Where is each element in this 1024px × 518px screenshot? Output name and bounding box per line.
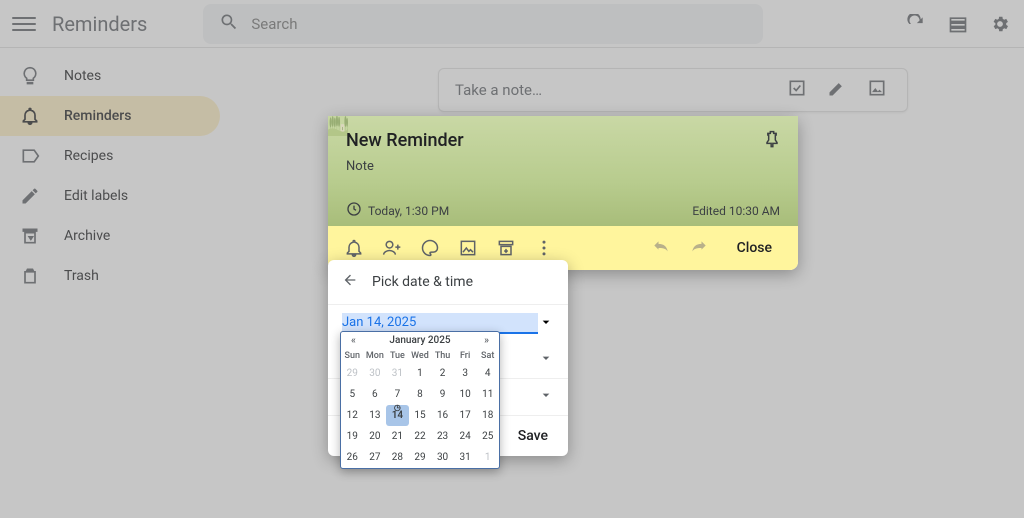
reminder-time-chip[interactable]: Today, 1:30 PM — [368, 204, 449, 218]
calendar-day[interactable]: 5 — [341, 384, 364, 405]
landscape-illustration — [328, 116, 348, 136]
calendar-day[interactable]: 4 — [476, 363, 499, 384]
undo-icon[interactable] — [645, 232, 677, 264]
calendar-day[interactable]: 27 — [364, 447, 387, 468]
clock-icon — [346, 201, 362, 220]
calendar-dow: Tue — [386, 349, 409, 363]
chevron-down-icon[interactable] — [538, 387, 554, 407]
calendar-day[interactable]: 30 — [364, 363, 387, 384]
close-button[interactable]: Close — [721, 234, 788, 262]
redo-icon[interactable] — [683, 232, 715, 264]
calendar-day[interactable]: 16 — [431, 405, 454, 426]
calendar-dow: Wed — [409, 349, 432, 363]
calendar-day[interactable]: 31 — [454, 447, 477, 468]
reminder-title[interactable]: New Reminder — [346, 130, 780, 151]
calendar-day[interactable]: 22 — [409, 426, 432, 447]
next-month-icon[interactable]: » — [480, 335, 493, 346]
calendar-day[interactable]: 15 — [409, 405, 432, 426]
calendar-day-grid: 2930311234567891011121314◷15161718192021… — [341, 363, 499, 468]
calendar-month-label: January 2025 — [389, 335, 450, 346]
chevron-down-icon[interactable] — [538, 314, 554, 334]
prev-month-icon[interactable]: « — [347, 335, 360, 346]
reminder-note[interactable]: Note — [346, 159, 780, 174]
calendar-dow: Thu — [431, 349, 454, 363]
reminder-header-image: New Reminder Note Today, 1:30 PM Edited … — [328, 116, 798, 226]
calendar-day[interactable]: 17 — [454, 405, 477, 426]
calendar-day[interactable]: 13 — [364, 405, 387, 426]
calendar-day[interactable]: 1 — [409, 363, 432, 384]
calendar-day[interactable]: 30 — [431, 447, 454, 468]
calendar-dow-row: SunMonTueWedThuFriSat — [341, 349, 499, 363]
calendar-day[interactable]: 26 — [341, 447, 364, 468]
calendar-day[interactable]: 3 — [454, 363, 477, 384]
calendar-day[interactable]: 21 — [386, 426, 409, 447]
calendar-dow: Mon — [364, 349, 387, 363]
reminder-edited-label: Edited 10:30 AM — [692, 204, 780, 218]
calendar-day[interactable]: 14◷ — [386, 405, 409, 426]
calendar-day[interactable]: 2 — [431, 363, 454, 384]
calendar-day[interactable]: 9 — [431, 384, 454, 405]
pin-icon[interactable] — [760, 128, 784, 152]
calendar-day[interactable]: 8 — [409, 384, 432, 405]
calendar-popup: « January 2025 » SunMonTueWedThuFriSat 2… — [340, 331, 500, 469]
calendar-day[interactable]: 1 — [476, 447, 499, 468]
calendar-day[interactable]: 6 — [364, 384, 387, 405]
calendar-day[interactable]: 29 — [341, 363, 364, 384]
calendar-day[interactable]: 29 — [409, 447, 432, 468]
calendar-day[interactable]: 20 — [364, 426, 387, 447]
calendar-day[interactable]: 10 — [454, 384, 477, 405]
calendar-day[interactable]: 19 — [341, 426, 364, 447]
calendar-day[interactable]: 31 — [386, 363, 409, 384]
calendar-day[interactable]: 24 — [454, 426, 477, 447]
calendar-day[interactable]: 28 — [386, 447, 409, 468]
calendar-dow: Sun — [341, 349, 364, 363]
clock-icon: ◷ — [394, 403, 401, 412]
calendar-dow: Fri — [454, 349, 477, 363]
calendar-day[interactable]: 25 — [476, 426, 499, 447]
calendar-day[interactable]: 18 — [476, 405, 499, 426]
calendar-dow: Sat — [476, 349, 499, 363]
calendar-day[interactable]: 11 — [476, 384, 499, 405]
calendar-day[interactable]: 7 — [386, 384, 409, 405]
date-panel-title: Pick date & time — [372, 274, 473, 290]
calendar-day[interactable]: 12 — [341, 405, 364, 426]
calendar-day[interactable]: 23 — [431, 426, 454, 447]
reminder-card: New Reminder Note Today, 1:30 PM Edited … — [328, 116, 798, 270]
back-arrow-icon[interactable] — [342, 272, 358, 292]
chevron-down-icon[interactable] — [538, 350, 554, 370]
